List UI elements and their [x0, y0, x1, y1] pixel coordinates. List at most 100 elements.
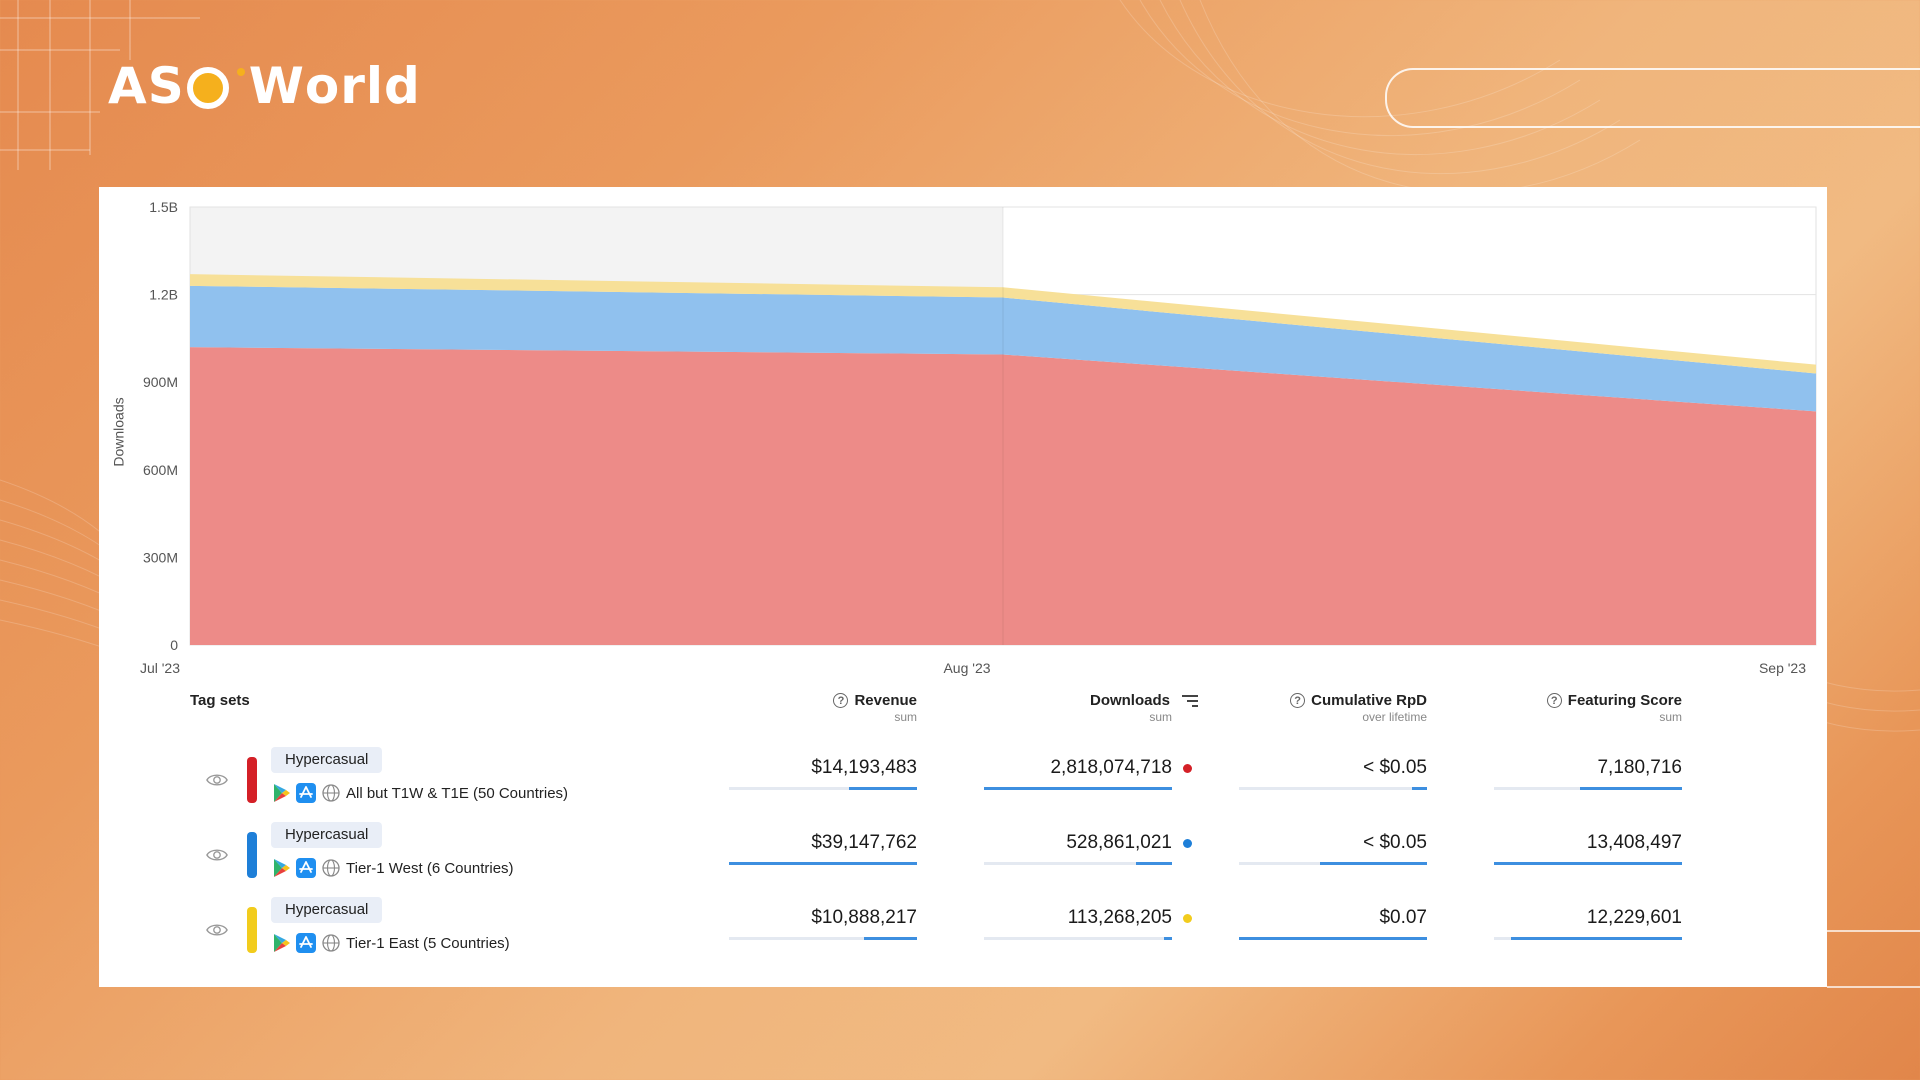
featuring-column-header[interactable]: ? Featuring Score sum: [1494, 692, 1682, 724]
logo-text-orld: orld: [304, 57, 421, 115]
logo-dot: [236, 68, 245, 76]
revenue-value: $39,147,762: [811, 832, 917, 853]
series-dot: [1183, 764, 1192, 773]
featuring-value: 7,180,716: [1597, 757, 1682, 778]
series-color-bar: [247, 907, 257, 953]
series-dot: [1183, 839, 1192, 848]
value-bar-fill: [849, 787, 917, 790]
value-bar-fill: [984, 787, 1172, 790]
value-bar-track: [984, 937, 1172, 940]
tag-set-stores: All but T1W & T1E (50 Countries): [271, 781, 568, 805]
rpd-cell: $0.07: [1239, 907, 1427, 941]
downloads-column-header[interactable]: Downloads sum: [984, 692, 1198, 724]
value-bar-fill: [1494, 862, 1682, 865]
table-row: Hypercasual All but T1W & T1E (50 Countr…: [99, 747, 1827, 815]
sort-icon[interactable]: [1182, 694, 1198, 707]
rpd-cell: < $0.05: [1239, 757, 1427, 791]
revenue-column-header[interactable]: ? Revenue sum: [729, 692, 917, 724]
downloads-value: 528,861,021: [1066, 832, 1172, 853]
value-bar-fill: [1411, 787, 1427, 790]
globe-icon: [322, 934, 340, 952]
rpd-column-header[interactable]: ? Cumulative RpD over lifetime: [1239, 692, 1427, 724]
value-bar-track: [1494, 862, 1682, 865]
table-row: Hypercasual Tier-1 West (6 Countries) $3…: [99, 822, 1827, 890]
featuring-value: 13,408,497: [1586, 832, 1682, 853]
help-icon[interactable]: ?: [833, 693, 849, 708]
rpd-value: < $0.05: [1363, 757, 1427, 778]
downloads-cell: 113,268,205: [984, 907, 1192, 941]
tag-set-name: Tier-1 West (6 Countries): [346, 859, 514, 877]
revenue-cell: $14,193,483: [729, 757, 917, 791]
revenue-value: $14,193,483: [811, 757, 917, 778]
y-tick-label: 0: [170, 637, 178, 653]
app-store-icon: [296, 783, 316, 803]
value-bar-track: [729, 862, 917, 865]
value-bar-track: [729, 787, 917, 790]
y-tick-label: 600M: [143, 462, 178, 478]
y-tick-label: 300M: [143, 549, 178, 565]
line-decoration: [1827, 930, 1920, 932]
revenue-cell: $39,147,762: [729, 832, 917, 866]
rpd-value: < $0.05: [1363, 832, 1427, 853]
google-play-icon: [274, 859, 290, 877]
rpd-header-sub: over lifetime: [1362, 710, 1427, 724]
logo-text-w: W: [248, 57, 305, 115]
downloads-cell: 2,818,074,718: [984, 757, 1192, 791]
app-store-icon: [296, 933, 316, 953]
rpd-value: $0.07: [1379, 907, 1427, 928]
globe-icon: [322, 859, 340, 877]
value-bar-track: [1239, 937, 1427, 940]
value-bar-fill: [864, 937, 917, 940]
revenue-cell: $10,888,217: [729, 907, 917, 941]
eye-icon[interactable]: [206, 844, 228, 866]
value-bar-track: [1239, 862, 1427, 865]
downloads-value: 2,818,074,718: [1050, 757, 1172, 778]
tag-chip[interactable]: Hypercasual: [271, 897, 383, 923]
google-play-icon: [274, 934, 290, 952]
featuring-header-label: Featuring Score: [1567, 692, 1682, 709]
eye-icon[interactable]: [206, 769, 228, 791]
line-decoration: [1827, 986, 1920, 988]
series-color-bar: [247, 832, 257, 878]
eye-icon[interactable]: [206, 919, 228, 941]
tag-sets-table: Tag sets ? Revenue sum Downloads sum ? C…: [99, 692, 1827, 987]
value-bar-track: [1239, 787, 1427, 790]
y-axis-label: Downloads: [111, 397, 128, 467]
value-bar-fill: [1239, 937, 1427, 940]
globe-icon: [322, 784, 340, 802]
value-bar-track: [984, 787, 1172, 790]
featuring-cell: 7,180,716: [1494, 757, 1682, 791]
value-bar-fill: [1510, 937, 1682, 940]
help-icon[interactable]: ?: [1290, 693, 1306, 708]
chart-card: 0 300M 600M 900M 1.2B 1.5B Jul '23 Aug '23 Sep '…: [99, 187, 1827, 987]
value-bar-fill: [1580, 787, 1682, 790]
tag-set-stores: Tier-1 East (5 Countries): [271, 931, 510, 955]
aso-world-logo: AS W orld: [108, 56, 421, 116]
x-tick-label: Aug '23: [943, 660, 990, 676]
rpd-header-label: Cumulative RpD: [1311, 692, 1427, 709]
downloads-value: 113,268,205: [1067, 907, 1172, 928]
value-bar-track: [1494, 787, 1682, 790]
x-tick-label: Sep '23: [1759, 660, 1806, 676]
rpd-cell: < $0.05: [1239, 832, 1427, 866]
downloads-area-chart: 0 300M 600M 900M 1.2B 1.5B Jul '23 Aug '23 Sep '…: [140, 199, 1817, 676]
tag-chip[interactable]: Hypercasual: [271, 822, 383, 848]
featuring-value: 12,229,601: [1586, 907, 1682, 928]
tag-set-stores: Tier-1 West (6 Countries): [271, 856, 514, 880]
featuring-cell: 13,408,497: [1494, 832, 1682, 866]
pill-decoration: [1385, 68, 1920, 128]
downloads-cell: 528,861,021: [984, 832, 1192, 866]
series-color-bar: [247, 757, 257, 803]
tag-set-name: Tier-1 East (5 Countries): [346, 934, 510, 952]
help-icon[interactable]: ?: [1546, 693, 1562, 708]
tag-sets-header: Tag sets: [190, 692, 250, 709]
value-bar-fill: [1136, 862, 1172, 865]
x-tick-label: Jul '23: [140, 660, 180, 676]
value-bar-fill: [729, 862, 917, 865]
revenue-header-sub: sum: [894, 710, 917, 724]
tag-set-name: All but T1W & T1E (50 Countries): [346, 784, 569, 802]
app-store-icon: [296, 858, 316, 878]
featuring-header-sub: sum: [1659, 710, 1682, 724]
tag-chip[interactable]: Hypercasual: [271, 747, 383, 773]
downloads-header-sub: sum: [1149, 710, 1172, 724]
